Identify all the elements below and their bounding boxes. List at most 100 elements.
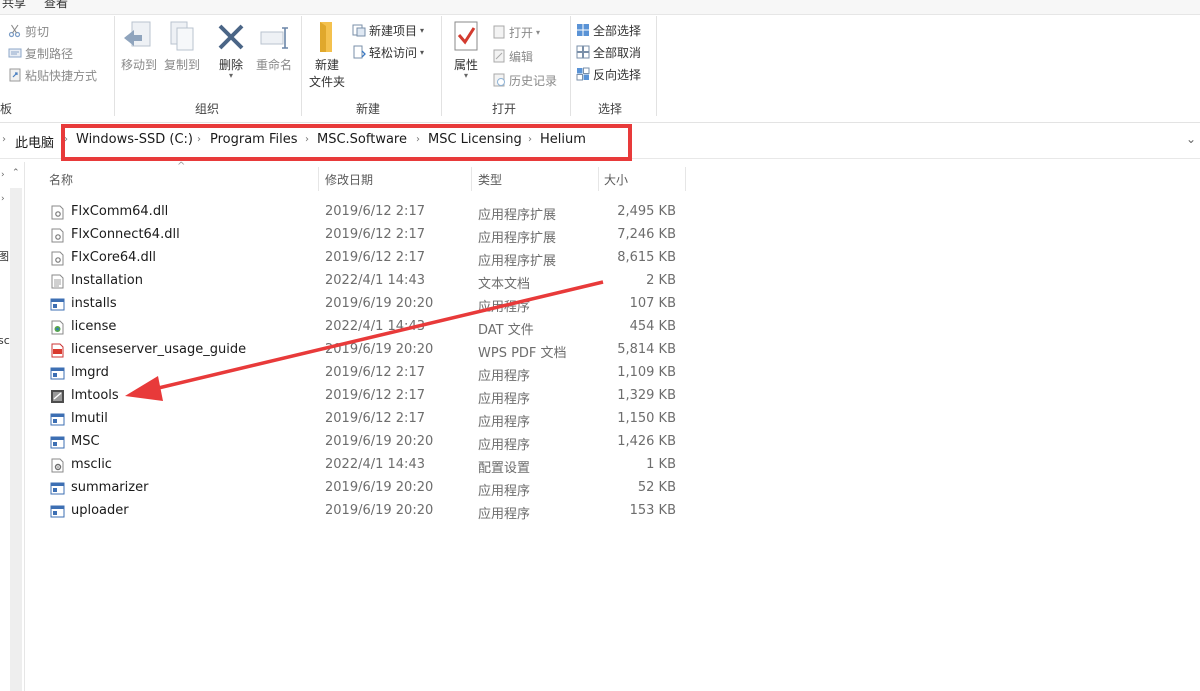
file-size: 1,150 KB bbox=[617, 411, 676, 426]
file-date: 2019/6/12 2:17 bbox=[325, 411, 425, 426]
dll-file-icon bbox=[50, 251, 65, 266]
new-item-button[interactable]: 新建项目 ▾ bbox=[352, 20, 424, 40]
new-folder-label-2: 文件夹 bbox=[308, 75, 345, 89]
file-name: installs bbox=[71, 296, 117, 311]
file-date: 2019/6/12 2:17 bbox=[325, 365, 425, 380]
cut-button[interactable]: 剪切 bbox=[8, 20, 97, 42]
select-none-icon bbox=[576, 45, 590, 59]
file-name: msclic bbox=[71, 457, 112, 472]
file-date: 2019/6/12 2:17 bbox=[325, 388, 425, 403]
chevron-down-icon: ▾ bbox=[420, 47, 425, 57]
file-row[interactable]: msclic 2022/4/1 14:43 配置设置 1 KB bbox=[46, 454, 686, 477]
nav-item-cut[interactable]: 图 bbox=[0, 248, 9, 264]
navigation-pane[interactable]: › ⌃ › 图 sc bbox=[0, 162, 25, 691]
copy-to-icon bbox=[170, 21, 194, 51]
copy-path-button[interactable]: 复制路径 bbox=[8, 42, 97, 64]
column-header-date[interactable]: 修改日期 bbox=[325, 171, 373, 188]
file-row[interactable]: installs 2019/6/19 20:20 应用程序 107 KB bbox=[46, 293, 686, 316]
file-name: FlxCore64.dll bbox=[71, 250, 157, 265]
easy-access-icon bbox=[353, 45, 366, 59]
copy-path-icon bbox=[8, 48, 22, 58]
address-dropdown-chevron-icon[interactable]: ⌄ bbox=[1186, 132, 1196, 146]
ribbon-divider bbox=[301, 16, 302, 116]
invert-selection-button[interactable]: 反向选择 bbox=[576, 64, 641, 84]
file-row[interactable]: lmtools 2019/6/12 2:17 应用程序 1,329 KB bbox=[46, 385, 686, 408]
easy-access-button[interactable]: 轻松访问 ▾ bbox=[352, 42, 424, 62]
invert-selection-label: 反向选择 bbox=[593, 67, 642, 82]
select-all-button[interactable]: 全部选择 bbox=[576, 20, 641, 40]
new-item-icon bbox=[352, 24, 366, 37]
tab-share[interactable]: 共享 bbox=[2, 0, 26, 11]
file-size: 5,814 KB bbox=[617, 342, 676, 357]
properties-icon bbox=[454, 21, 478, 51]
file-size: 1 KB bbox=[646, 457, 676, 472]
nav-scrollbar[interactable] bbox=[10, 188, 22, 691]
file-row[interactable]: Installation 2022/4/1 14:43 文本文档 2 KB bbox=[46, 270, 686, 293]
paste-shortcut-button[interactable]: 粘贴快捷方式 bbox=[8, 64, 97, 86]
file-size: 454 KB bbox=[629, 319, 676, 334]
dll-file-icon bbox=[50, 205, 65, 220]
select-none-button[interactable]: 全部取消 bbox=[576, 42, 641, 62]
move-to-label: 移动到 bbox=[120, 58, 157, 72]
history-label: 历史记录 bbox=[509, 73, 558, 88]
new-folder-button[interactable]: 新建 文件夹 bbox=[306, 20, 348, 90]
file-type: 应用程序扩展 bbox=[478, 231, 557, 246]
column-header-size[interactable]: 大小 bbox=[604, 171, 628, 188]
file-row[interactable]: lmutil 2019/6/12 2:17 应用程序 1,150 KB bbox=[46, 408, 686, 431]
file-name: lmtools bbox=[71, 388, 119, 403]
nav-item-cut[interactable]: sc bbox=[0, 334, 10, 347]
file-row[interactable]: FlxComm64.dll 2019/6/12 2:17 应用程序扩展 2,495 K… bbox=[46, 201, 686, 224]
file-row[interactable]: licenseserver_usage_guide 2019/6/19 20:20… bbox=[46, 339, 686, 362]
file-name: Installation bbox=[71, 273, 144, 288]
file-row[interactable]: MSC 2019/6/19 20:20 应用程序 1,426 KB bbox=[46, 431, 686, 454]
chevron-down-icon: ▾ bbox=[228, 71, 233, 80]
file-row[interactable]: license 2022/4/1 14:43 DAT 文件 454 KB bbox=[46, 316, 686, 339]
file-row[interactable]: summarizer 2019/6/19 20:20 应用程序 52 KB bbox=[46, 477, 686, 500]
column-divider[interactable] bbox=[685, 167, 686, 191]
column-header-name[interactable]: 名称 bbox=[49, 171, 73, 188]
file-type: DAT 文件 bbox=[478, 323, 534, 338]
file-size: 7,246 KB bbox=[617, 227, 676, 242]
cut-label: 剪切 bbox=[25, 24, 50, 39]
rename-button[interactable]: 重命名 bbox=[253, 20, 295, 73]
file-name: MSC bbox=[71, 434, 100, 449]
properties-button[interactable]: 属性 ▾ bbox=[446, 20, 486, 80]
file-date: 2022/4/1 14:43 bbox=[325, 457, 425, 472]
history-icon bbox=[493, 73, 505, 87]
file-type: 应用程序 bbox=[478, 415, 531, 430]
column-header-type[interactable]: 类型 bbox=[478, 171, 502, 188]
move-to-icon bbox=[124, 21, 151, 47]
app-window-icon bbox=[50, 435, 65, 450]
file-row[interactable]: lmgrd 2019/6/12 2:17 应用程序 1,109 KB bbox=[46, 362, 686, 385]
file-size: 2,495 KB bbox=[617, 204, 676, 219]
delete-button[interactable]: 删除 ▾ bbox=[212, 20, 250, 80]
open-button[interactable]: 打开 ▾ bbox=[492, 22, 540, 42]
ribbon-divider bbox=[570, 16, 571, 116]
column-divider[interactable] bbox=[471, 167, 472, 191]
ribbon-divider bbox=[656, 16, 657, 116]
breadcrumb-this-pc[interactable]: 此电脑 bbox=[15, 132, 54, 151]
file-row[interactable]: FlxCore64.dll 2019/6/12 2:17 应用程序扩展 8,615 K… bbox=[46, 247, 686, 270]
scroll-up-icon[interactable]: ⌃ bbox=[12, 168, 20, 178]
select-none-label: 全部取消 bbox=[593, 45, 642, 60]
history-button[interactable]: 历史记录 bbox=[492, 70, 557, 90]
move-to-button[interactable]: 移动到 bbox=[119, 20, 159, 73]
chevron-down-icon: ▾ bbox=[536, 27, 541, 37]
file-size: 1,426 KB bbox=[617, 434, 676, 449]
column-divider[interactable] bbox=[598, 167, 599, 191]
file-type: 应用程序扩展 bbox=[478, 254, 557, 269]
tab-view[interactable]: 查看 bbox=[44, 0, 68, 11]
file-row[interactable]: uploader 2019/6/19 20:20 应用程序 153 KB bbox=[46, 500, 686, 523]
easy-access-label: 轻松访问 bbox=[369, 45, 418, 60]
file-row[interactable]: FlxConnect64.dll 2019/6/12 2:17 应用程序扩展 7,24… bbox=[46, 224, 686, 247]
file-name: FlxComm64.dll bbox=[71, 204, 169, 219]
config-file-icon bbox=[50, 458, 65, 473]
copy-to-button[interactable]: 复制到 bbox=[162, 20, 202, 73]
copy-to-label: 复制到 bbox=[163, 58, 200, 72]
column-divider[interactable] bbox=[318, 167, 319, 191]
ribbon: 共享 查看 剪切 复制路径 粘贴快捷方式 板 移动到 复制到 删除 ▾ 重命名 bbox=[0, 0, 1200, 123]
file-type: 应用程序 bbox=[478, 300, 531, 315]
edit-button[interactable]: 编辑 bbox=[492, 46, 533, 66]
ribbon-tab-strip: 共享 查看 bbox=[0, 0, 1200, 15]
edit-label: 编辑 bbox=[509, 49, 534, 64]
